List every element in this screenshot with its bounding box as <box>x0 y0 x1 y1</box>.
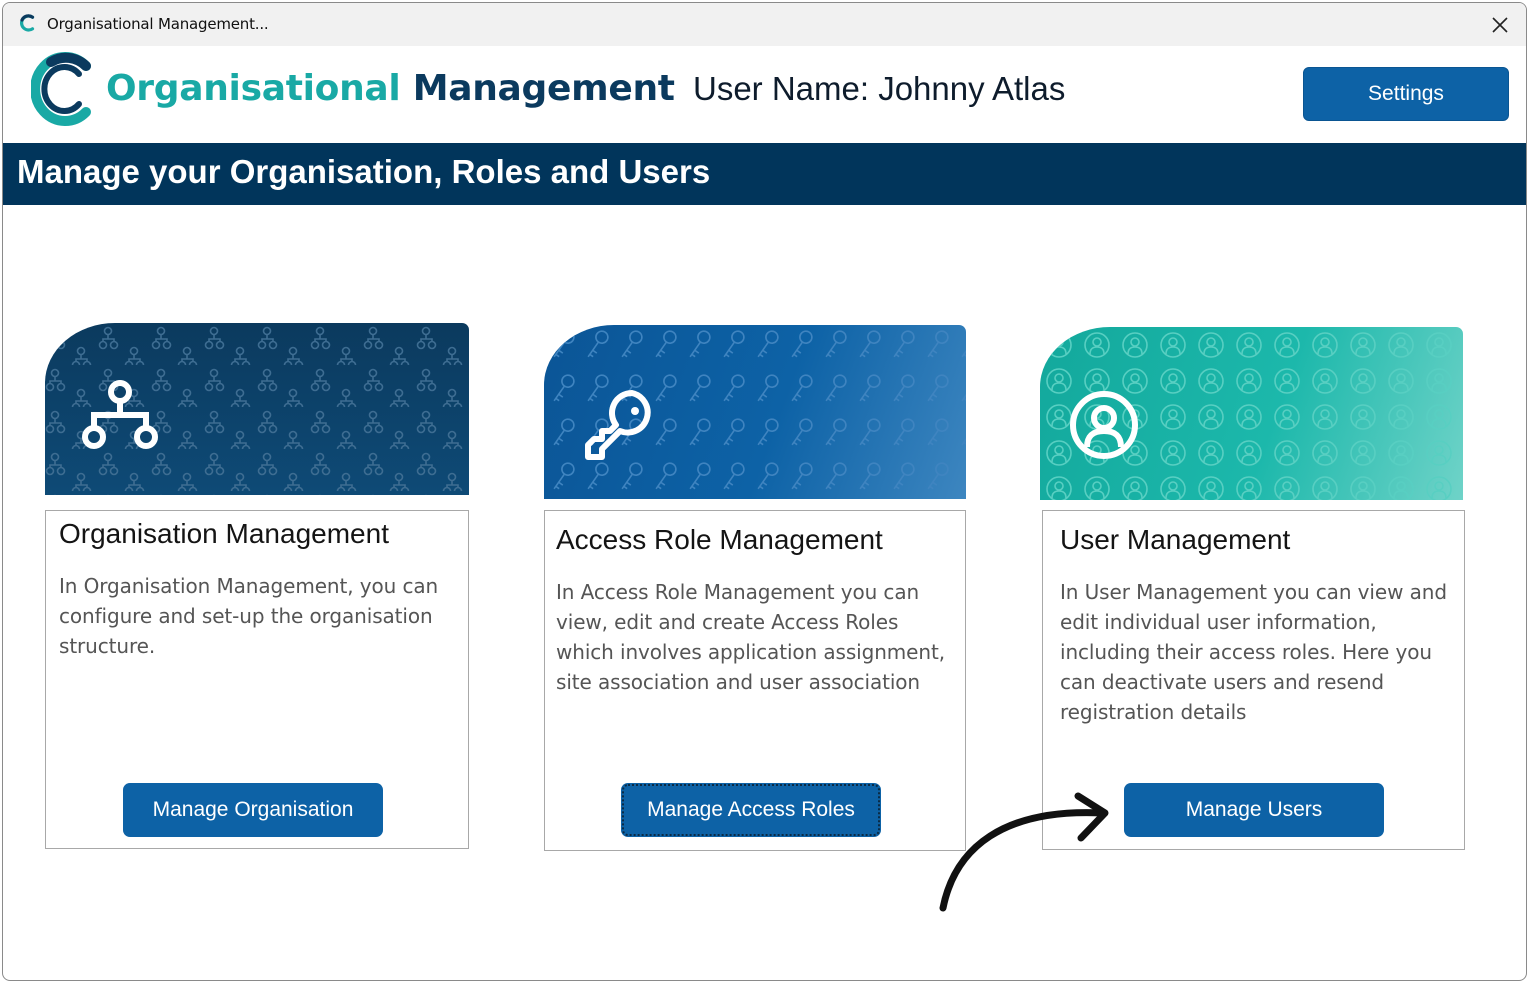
close-button[interactable] <box>1482 7 1518 43</box>
description-line: which involves application assignment, <box>556 640 945 664</box>
access-role-card-header <box>544 325 966 499</box>
window-title: Organisational Management... <box>47 15 269 33</box>
annotation-arrow-icon <box>939 792 1109 912</box>
description-line: edit individual user information, <box>1060 610 1377 634</box>
hierarchy-icon <box>82 380 158 449</box>
user-circle-icon <box>1070 391 1138 459</box>
brand-logo-icon <box>31 52 91 126</box>
page-banner: Manage your Organisation, Roles and User… <box>3 143 1526 205</box>
access-role-card-description: In Access Role Management you can view, … <box>556 577 956 697</box>
description-line: In User Management you can view and <box>1060 580 1447 604</box>
close-icon <box>1492 17 1508 33</box>
description-line: site association and user association <box>556 670 921 694</box>
description-line: registration details <box>1060 700 1247 724</box>
description-line: In Organisation Management, you can <box>59 574 439 598</box>
description-line: In Access Role Management you can <box>556 580 920 604</box>
manage-organisation-button[interactable]: Manage Organisation <box>123 783 383 837</box>
user-card-description: In User Management you can view and edit… <box>1060 577 1460 727</box>
c-logo-icon <box>19 14 35 32</box>
description-line: view, edit and create Access Roles <box>556 610 899 634</box>
user-card-title: User Management <box>1060 524 1291 555</box>
access-role-card-title: Access Role Management <box>556 524 883 555</box>
user-card-header <box>1040 327 1463 500</box>
organisation-card-header <box>45 323 469 495</box>
organisation-card-title: Organisation Management <box>59 518 389 549</box>
brand-title: Organisational Management <box>106 68 675 109</box>
settings-button[interactable]: Settings <box>1303 67 1509 121</box>
app-window: Organisational Management... Organisatio… <box>2 2 1527 981</box>
manage-users-button[interactable]: Manage Users <box>1124 783 1384 837</box>
description-line: structure. <box>59 634 156 658</box>
manage-access-roles-button[interactable]: Manage Access Roles <box>621 783 881 837</box>
description-line: can deactivate users and resend <box>1060 670 1384 694</box>
app-header: Organisational Management User Name: Joh… <box>3 46 1526 143</box>
user-name-label: User Name: Johnny Atlas <box>693 70 1066 107</box>
description-line: configure and set-up the organisation <box>59 604 433 628</box>
description-line: including their access roles. Here you <box>1060 640 1432 664</box>
organisation-card-description: In Organisation Management, you can conf… <box>59 571 459 661</box>
key-icon <box>585 390 651 460</box>
title-bar: Organisational Management... <box>3 3 1526 46</box>
brand-title-part2: Management <box>412 68 675 109</box>
brand-title-part1: Organisational <box>106 68 401 109</box>
page-title: Manage your Organisation, Roles and User… <box>17 153 711 190</box>
